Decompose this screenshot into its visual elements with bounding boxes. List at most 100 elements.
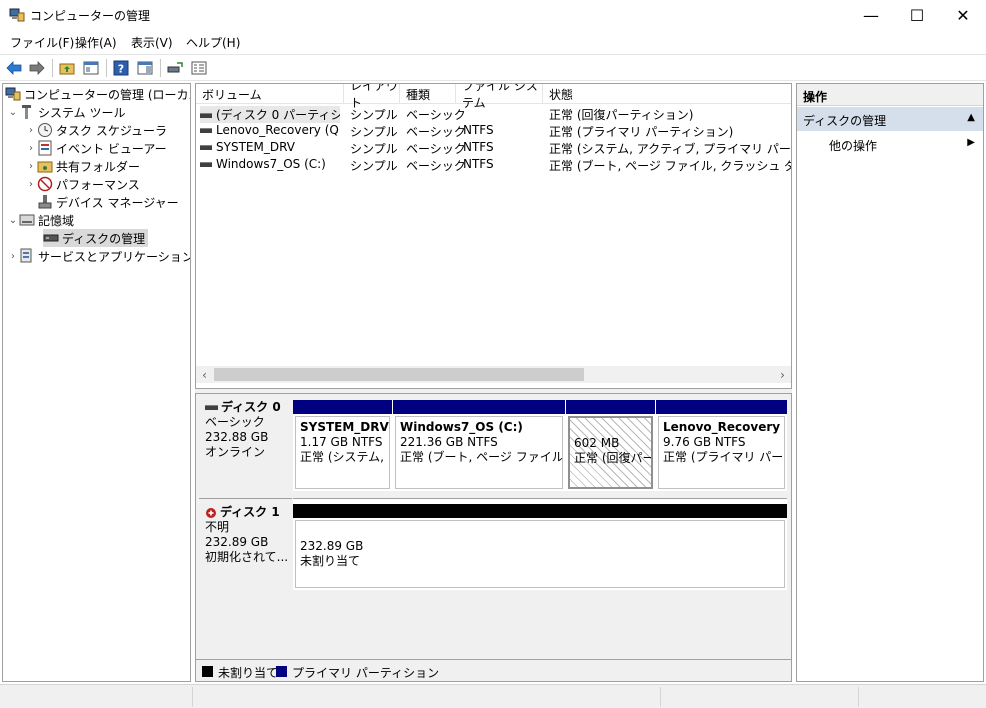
table-row[interactable]: Windows7_OS (C:) シンプル ベーシック NTFS 正常 (ブート… <box>196 156 791 173</box>
collapse-up-icon[interactable]: ▲ <box>967 112 975 123</box>
table-row[interactable]: (ディスク 0 パーティション 3) シンプル ベーシック 正常 (回復パーティ… <box>196 105 791 123</box>
disk1-size: 232.89 GB <box>205 535 269 549</box>
rescan-disks-button[interactable] <box>166 59 184 77</box>
partition-size: 602 MB <box>574 436 620 450</box>
chevron-right-icon[interactable]: › <box>25 125 37 136</box>
disk1-partitions: 232.89 GB 未割り当て <box>293 498 787 590</box>
volume-layout: シンプル <box>350 142 398 156</box>
column-status[interactable]: 状態 <box>543 84 791 104</box>
properties-button[interactable] <box>190 59 208 77</box>
partition-recovery[interactable]: 602 MB 正常 (回復パー <box>566 400 655 491</box>
volume-fs: NTFS <box>463 157 494 171</box>
event-viewer-icon <box>37 140 53 156</box>
partition-size: 9.76 GB NTFS <box>663 435 746 449</box>
horizontal-scrollbar[interactable]: ‹ › <box>196 366 791 383</box>
actions-section-disk-management[interactable]: ディスクの管理 ▲ <box>797 107 983 131</box>
disk-management-icon <box>43 230 59 246</box>
maximize-button[interactable]: ☐ <box>894 0 940 31</box>
close-button[interactable]: ✕ <box>940 0 986 31</box>
disk-map: ディスク 0 ベーシック 232.88 GB オンライン SYSTEM_DRV … <box>195 393 792 682</box>
menu-view[interactable]: 表示(V) <box>131 34 173 51</box>
volume-fs: NTFS <box>463 140 494 154</box>
partition-size: 221.36 GB NTFS <box>400 435 498 449</box>
disk0-partitions: SYSTEM_DRV 1.17 GB NTFS 正常 (システム, ア Wind… <box>293 400 787 491</box>
volume-layout: シンプル <box>350 125 398 139</box>
volume-name: (ディスク 0 パーティション 3) <box>216 108 340 122</box>
partition-name <box>574 421 647 436</box>
partition-windows7-os[interactable]: Windows7_OS (C:) 221.36 GB NTFS 正常 (ブート,… <box>393 400 565 491</box>
volume-name: SYSTEM_DRV <box>216 140 295 154</box>
tree-label: デバイス マネージャー <box>56 195 179 210</box>
show-hide-tree-button[interactable] <box>82 59 100 77</box>
chevron-right-icon[interactable]: › <box>25 161 37 172</box>
partition-status: 正常 (回復パー <box>574 451 653 465</box>
legend-primary-label: プライマリ パーティション <box>292 666 440 680</box>
chevron-right-icon[interactable]: › <box>25 143 37 154</box>
chevron-down-icon[interactable]: ⌄ <box>7 215 19 226</box>
primary-partition-band <box>393 400 565 414</box>
tree-item-storage[interactable]: ⌄ 記憶域 <box>7 211 74 229</box>
table-row[interactable]: SYSTEM_DRV シンプル ベーシック NTFS 正常 (システム, アクテ… <box>196 139 791 156</box>
column-layout[interactable]: レイアウト <box>344 84 400 110</box>
show-hide-action-pane-button[interactable] <box>136 59 154 77</box>
chevron-down-icon[interactable]: ⌄ <box>7 107 19 118</box>
tree-item-task-scheduler[interactable]: › タスク スケジューラ <box>25 121 167 139</box>
partition-size: 1.17 GB NTFS <box>300 435 383 449</box>
tree-item-shared-folders[interactable]: › 共有フォルダー <box>25 157 140 175</box>
menu-action[interactable]: 操作(A) <box>75 34 117 51</box>
tree-item-event-viewer[interactable]: › イベント ビューアー <box>25 139 167 157</box>
unallocated-label: 未割り当て <box>300 554 361 568</box>
scroll-left-icon[interactable]: ‹ <box>196 366 213 383</box>
actions-header: 操作 <box>797 84 983 106</box>
column-type[interactable]: 種類 <box>400 84 456 104</box>
primary-partition-band <box>293 400 392 414</box>
partition-system-drv[interactable]: SYSTEM_DRV 1.17 GB NTFS 正常 (システム, ア <box>293 400 392 491</box>
primary-partition-band <box>656 400 787 414</box>
tree-item-device-manager[interactable]: デバイス マネージャー <box>37 193 179 211</box>
disk1-name: ディスク 1 <box>220 505 280 519</box>
status-segment <box>858 687 859 707</box>
scrollbar-thumb[interactable] <box>214 368 584 381</box>
menu-file[interactable]: ファイル(F) <box>10 34 74 51</box>
tree-label: パフォーマンス <box>56 177 140 192</box>
scroll-right-icon[interactable]: › <box>774 366 791 383</box>
disk1-info[interactable]: ディスク 1 不明 232.89 GB 初期化されて... <box>199 498 292 590</box>
tree-label: 記憶域 <box>38 213 75 228</box>
properties-icon <box>191 61 207 75</box>
tree-label: コンピューターの管理 (ローカル) <box>24 87 191 102</box>
volume-status: 正常 (ブート, ページ ファイル, クラッシュ ダンプ, プライマ <box>549 159 791 173</box>
volume-type: ベーシック <box>406 159 466 173</box>
disk-rescan-icon <box>167 62 183 73</box>
tree-item-performance[interactable]: › パフォーマンス <box>25 175 140 193</box>
minimize-button[interactable]: — <box>848 0 894 31</box>
action-more-actions[interactable]: 他の操作 ▶ <box>797 134 983 154</box>
tools-icon <box>19 104 35 120</box>
actions-pane: 操作 ディスクの管理 ▲ 他の操作 ▶ <box>796 83 984 682</box>
disk0-info[interactable]: ディスク 0 ベーシック 232.88 GB オンライン <box>199 394 292 491</box>
up-folder-button[interactable] <box>58 59 76 77</box>
status-segment <box>192 687 193 707</box>
storage-icon <box>19 212 35 228</box>
help-button[interactable]: ? <box>112 59 130 77</box>
chevron-right-icon[interactable]: › <box>7 251 19 262</box>
legend-unallocated-label: 未割り当て <box>218 666 279 680</box>
menu-help[interactable]: ヘルプ(H) <box>186 34 240 51</box>
partition-lenovo-recovery[interactable]: Lenovo_Recovery (Q: 9.76 GB NTFS 正常 (プライ… <box>656 400 787 491</box>
volume-fs: NTFS <box>463 123 494 137</box>
device-manager-icon <box>37 194 53 210</box>
console-tree: コンピューターの管理 (ローカル) ⌄ システム ツール › タスク スケジュー… <box>2 83 191 682</box>
table-row[interactable]: Lenovo_Recovery (Q:) シンプル ベーシック NTFS 正常 … <box>196 122 791 139</box>
tree-item-root[interactable]: コンピューターの管理 (ローカル) <box>5 85 191 103</box>
column-filesystem[interactable]: ファイル システム <box>456 84 543 110</box>
tree-item-services-apps[interactable]: › サービスとアプリケーション <box>7 247 190 265</box>
volume-name: Lenovo_Recovery (Q:) <box>216 123 340 137</box>
back-button[interactable] <box>5 59 23 77</box>
column-volume[interactable]: ボリューム <box>196 84 344 104</box>
tree-item-system-tools[interactable]: ⌄ システム ツール <box>7 103 125 121</box>
forward-button[interactable] <box>28 59 46 77</box>
partition-unallocated[interactable]: 232.89 GB 未割り当て <box>293 504 787 590</box>
tree-label: イベント ビューアー <box>56 141 167 156</box>
tree-item-disk-management[interactable]: ディスクの管理 <box>43 229 149 247</box>
chevron-right-icon[interactable]: › <box>25 179 37 190</box>
tree-label: タスク スケジューラ <box>56 123 167 138</box>
